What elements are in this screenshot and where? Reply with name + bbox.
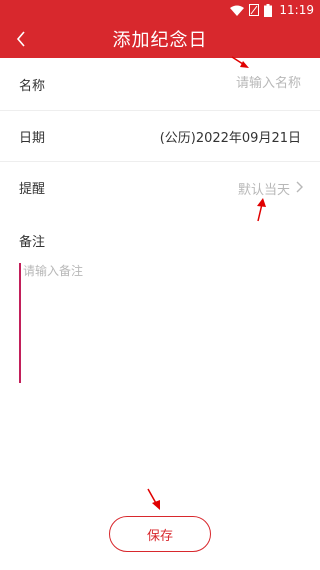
note-label: 备注 xyxy=(19,235,46,250)
reminder-row[interactable]: 提醒 默认当天 xyxy=(0,161,320,213)
status-time: 11:19 xyxy=(279,3,314,17)
page-title: 添加纪念日 xyxy=(112,30,208,51)
reminder-value: 默认当天 xyxy=(237,183,290,198)
save-button[interactable]: 保存 xyxy=(109,516,211,552)
signal-icon xyxy=(249,4,260,16)
annotation-arrow xyxy=(147,488,160,510)
wifi-icon xyxy=(230,5,245,16)
annotation-arrow xyxy=(257,198,266,222)
name-label: 名称 xyxy=(19,79,46,94)
app-bar: 添加纪念日 xyxy=(0,20,320,58)
chevron-right-icon xyxy=(296,181,303,193)
note-input[interactable] xyxy=(19,263,303,383)
annotation-arrow xyxy=(231,56,249,68)
date-value[interactable]: (公历)2022年09月21日 xyxy=(160,127,301,146)
name-input[interactable] xyxy=(151,76,301,91)
date-row[interactable]: 日期 (公历)2022年09月21日 xyxy=(0,110,320,162)
battery-icon xyxy=(264,3,273,17)
name-row[interactable]: 名称 xyxy=(0,58,320,110)
reminder-label: 提醒 xyxy=(19,182,46,197)
status-icons: 11:19 xyxy=(230,2,314,18)
date-label: 日期 xyxy=(19,131,46,146)
status-bar: 11:19 xyxy=(0,0,320,20)
